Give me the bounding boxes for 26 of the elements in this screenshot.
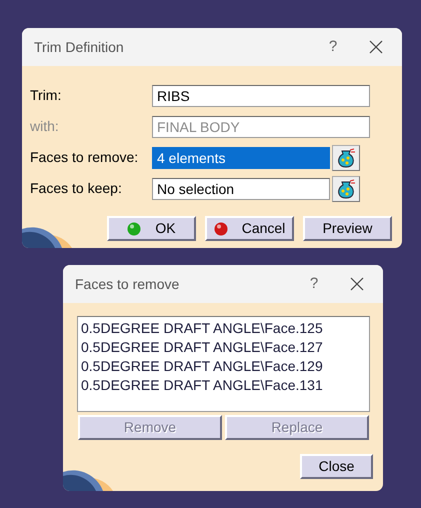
- selection-button[interactable]: [332, 176, 360, 202]
- input-field[interactable]: 4 elements: [152, 146, 330, 168]
- dialog-button[interactable]: Cancel: [205, 216, 294, 241]
- close-icon: [350, 277, 364, 291]
- selection-button[interactable]: [332, 144, 360, 170]
- input-field: FINAL BODY: [152, 116, 370, 138]
- list-item[interactable]: 0.5DEGREE DRAFT ANGLE\Face.131: [81, 376, 366, 395]
- field-label: Faces to remove:: [30, 148, 140, 167]
- help-button[interactable]: ?: [291, 272, 337, 296]
- dialog-button[interactable]: OK: [107, 216, 196, 241]
- dialog-title: Trim Definition: [34, 38, 125, 56]
- field-label: Faces to keep:: [30, 179, 123, 198]
- close-icon: [369, 40, 383, 54]
- list-item[interactable]: 0.5DEGREE DRAFT ANGLE\Face.129: [81, 357, 366, 376]
- dialog-button[interactable]: Preview: [303, 216, 392, 241]
- input-field[interactable]: RIBS: [152, 84, 370, 106]
- dialog-title: Faces to remove: [75, 274, 180, 294]
- list-item[interactable]: 0.5DEGREE DRAFT ANGLE\Face.127: [81, 338, 366, 357]
- field-label: Trim:: [30, 86, 62, 105]
- field-label: with:: [30, 117, 60, 136]
- input-field[interactable]: No selection: [152, 178, 330, 200]
- selection-bag-icon: [336, 178, 356, 198]
- list-item[interactable]: 0.5DEGREE DRAFT ANGLE\Face.125: [81, 319, 366, 338]
- help-button[interactable]: ?: [310, 36, 356, 58]
- selection-bag-icon: [336, 148, 356, 168]
- dialog-button[interactable]: Close: [300, 454, 373, 479]
